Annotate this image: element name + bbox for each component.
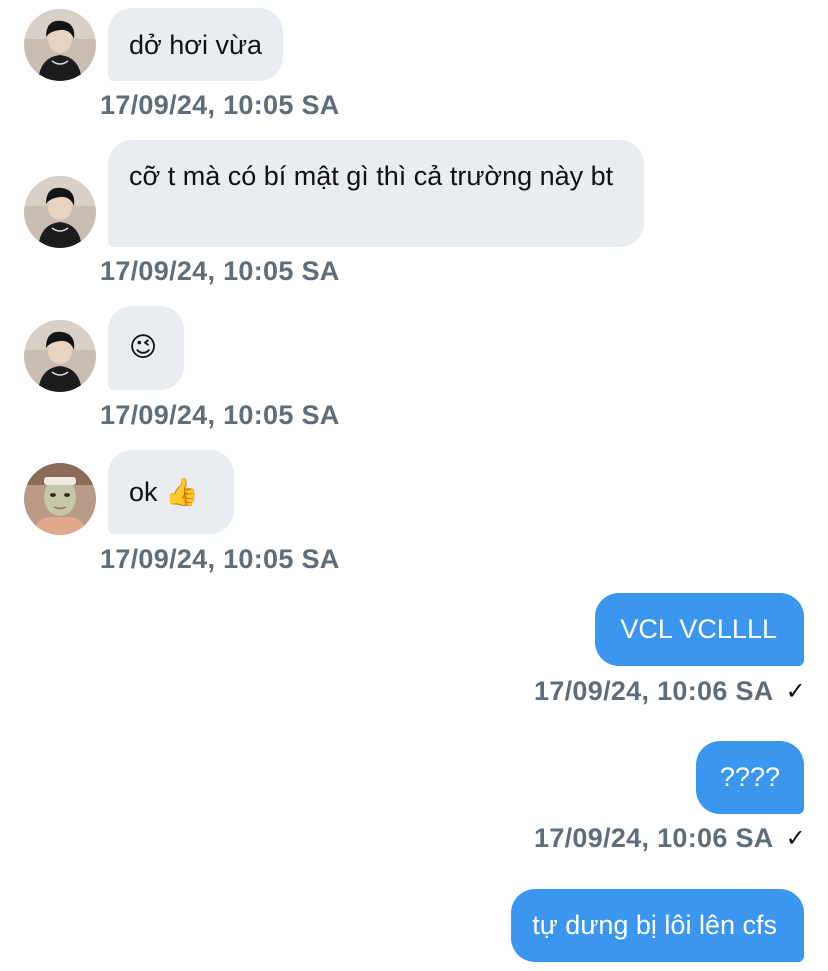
chat-thread: dở hơi vừa 17/09/24, 10:05 SA cỡ t mà có… [0,0,828,971]
message-bubble-outgoing[interactable]: VCL VCLLLL [595,593,804,666]
message-text: VCL VCLLLL [620,614,777,644]
sender-avatar[interactable] [24,320,96,392]
message-bubble-incoming[interactable]: cỡ t mà có bí mật gì thì cả trường này b… [108,140,644,247]
message-text: cỡ t mà có bí mật gì thì cả trường này b… [129,161,614,191]
message-bubble-incoming[interactable]: 😉 [108,306,184,390]
message-bubble-outgoing[interactable]: tự dưng bị lôi lên cfs [511,889,804,962]
sender-avatar[interactable] [24,9,96,81]
message-bubble-outgoing[interactable]: ???? [695,741,804,814]
message-emoji: 😉 [129,332,158,363]
message-text: dở hơi vừa [129,30,263,60]
message-timestamp: 17/09/24, 10:05 SA [100,90,340,120]
message-timestamp: 17/09/24, 10:05 SA [100,256,340,286]
message-text: ok 👍 [129,477,199,507]
message-bubble-incoming[interactable]: dở hơi vừa [108,8,284,81]
avatar-dark-hair-image [24,9,96,81]
checkmark-icon: ✓ [785,825,806,852]
message-timestamp: 17/09/24, 10:05 SA [100,400,340,430]
message-text: ???? [719,762,780,792]
checkmark-icon: ✓ [785,678,806,705]
message-timestamp-row: 17/09/24, 10:06 SA ✓ [534,823,806,854]
message-timestamp-row: 17/09/24, 10:06 SA ✓ [534,676,806,707]
avatar-dark-hair-image [24,320,96,392]
message-timestamp: 17/09/24, 10:06 SA [534,823,774,853]
message-bubble-incoming[interactable]: ok 👍 [108,450,234,534]
message-timestamp: 17/09/24, 10:05 SA [100,544,340,574]
sender-avatar[interactable] [24,176,96,248]
sender-avatar[interactable] [24,463,96,535]
avatar-face-mask-image [24,463,96,535]
message-text: tự dưng bị lôi lên cfs [532,910,777,940]
avatar-dark-hair-image [24,176,96,248]
message-timestamp: 17/09/24, 10:06 SA [534,676,774,706]
